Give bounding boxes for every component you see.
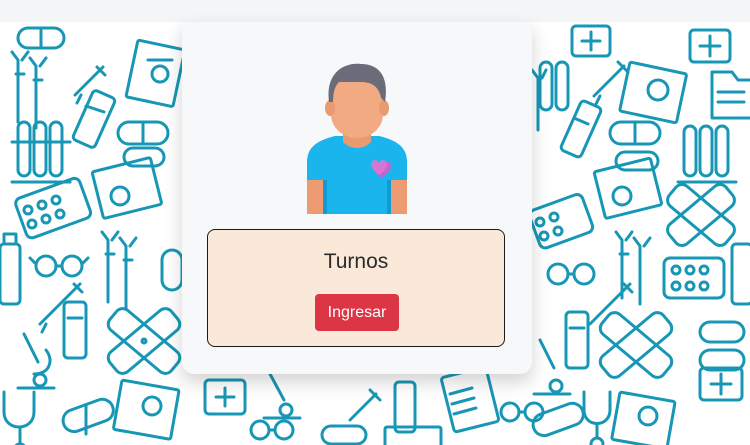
ultrasound-icon bbox=[618, 60, 688, 125]
stethoscope-icon bbox=[2, 390, 36, 445]
doctor-avatar-icon bbox=[307, 63, 407, 214]
ultrasound-icon bbox=[112, 378, 181, 441]
crutch-icon bbox=[100, 230, 138, 310]
dropper-icon bbox=[348, 388, 382, 422]
ultrasound-icon bbox=[592, 156, 663, 220]
bandage-icon bbox=[106, 307, 182, 375]
service-title: Turnos bbox=[323, 250, 389, 273]
microscope-icon bbox=[262, 372, 302, 420]
folder-icon bbox=[710, 70, 750, 120]
tube-icon bbox=[564, 310, 590, 370]
bandage-icon bbox=[598, 311, 674, 379]
bottle-icon bbox=[0, 232, 22, 306]
login-button[interactable]: Ingresar bbox=[315, 294, 399, 331]
stethoscope-icon bbox=[582, 390, 612, 445]
clipboard-icon bbox=[440, 365, 501, 434]
microscope-icon bbox=[16, 332, 56, 390]
crutch-icon bbox=[530, 68, 548, 132]
login-card: Turnos Ingresar bbox=[182, 22, 532, 374]
pill-icon bbox=[61, 397, 115, 436]
dropper-icon bbox=[38, 282, 84, 334]
blister-pack-icon bbox=[662, 256, 726, 300]
test-tubes-icon bbox=[538, 60, 570, 112]
bottle-icon bbox=[730, 242, 750, 306]
ultrasound-icon bbox=[124, 38, 187, 108]
pill-icon bbox=[16, 26, 66, 50]
first-aid-icon bbox=[203, 378, 247, 416]
top-bar bbox=[0, 0, 750, 22]
bandage-icon bbox=[666, 183, 736, 247]
ultrasound-icon bbox=[383, 425, 443, 445]
service-box: Turnos Ingresar bbox=[207, 229, 505, 347]
ultrasound-icon bbox=[90, 156, 163, 220]
test-tubes-icon bbox=[676, 124, 738, 184]
capsule-icon bbox=[698, 320, 746, 372]
tube-icon bbox=[393, 380, 417, 434]
glasses-icon bbox=[546, 262, 596, 286]
glasses-icon bbox=[28, 254, 90, 278]
blister-pack-icon bbox=[14, 176, 93, 240]
first-aid-icon bbox=[688, 28, 732, 64]
capsule-icon bbox=[320, 424, 368, 445]
first-aid-icon bbox=[570, 24, 612, 58]
first-aid-icon bbox=[698, 366, 744, 402]
test-tubes-icon bbox=[10, 120, 72, 184]
page: Turnos Ingresar bbox=[0, 0, 750, 445]
glasses-icon bbox=[249, 419, 295, 441]
tube-icon bbox=[62, 300, 88, 360]
ultrasound-icon bbox=[610, 390, 677, 445]
pill-icon bbox=[160, 248, 184, 292]
blister-pack-icon bbox=[528, 193, 595, 250]
crutch-icon bbox=[10, 50, 48, 130]
